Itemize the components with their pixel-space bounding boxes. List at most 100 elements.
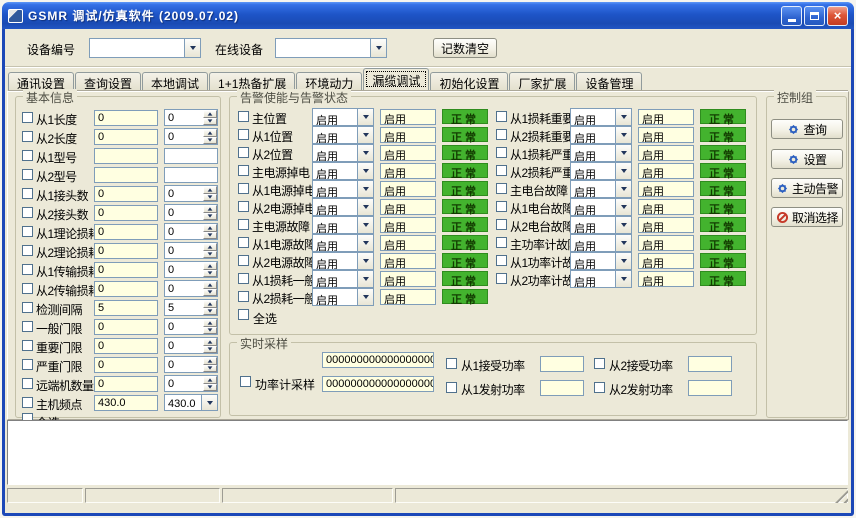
value-field-2[interactable] [164, 167, 218, 183]
spinner-field[interactable]: 0 [164, 356, 218, 373]
spinner-field[interactable]: 0 [164, 185, 218, 202]
alarm-checkbox[interactable] [496, 201, 507, 212]
alarm-enable-combobox[interactable]: 启用 [570, 252, 632, 270]
value-field[interactable]: 0 [94, 186, 158, 202]
alarm-checkbox[interactable] [496, 273, 507, 284]
alarm-checkbox[interactable] [238, 219, 249, 230]
spin-down-button[interactable] [203, 327, 217, 335]
alarm-enable-combobox[interactable]: 启用 [570, 198, 632, 216]
alarm-enable-combobox[interactable]: 启用 [570, 108, 632, 126]
spinner-field[interactable]: 0 [164, 109, 218, 126]
alarm-enable-field[interactable]: 启用 [380, 235, 436, 251]
dropdown-arrow-icon[interactable] [615, 163, 631, 179]
spin-up-button[interactable] [203, 186, 217, 194]
sampling-checkbox[interactable] [446, 382, 457, 393]
log-area[interactable] [7, 420, 848, 485]
alarm-checkbox[interactable] [496, 219, 507, 230]
alarm-enable-field[interactable]: 启用 [638, 109, 694, 125]
spin-down-button[interactable] [203, 118, 217, 126]
alarm-checkbox[interactable] [496, 255, 507, 266]
value-field[interactable]: 5 [94, 300, 158, 316]
row-checkbox[interactable] [22, 283, 33, 294]
alarm-checkbox[interactable] [238, 147, 249, 158]
minimize-button[interactable] [781, 6, 802, 26]
value-field[interactable]: 0 [94, 129, 158, 145]
alarm-enable-combobox[interactable]: 启用 [570, 144, 632, 162]
alarm-enable-field[interactable]: 启用 [638, 235, 694, 251]
spinner-field[interactable]: 0 [164, 375, 218, 392]
spin-down-button[interactable] [203, 137, 217, 145]
sampling-field[interactable] [688, 356, 732, 372]
spinner-field[interactable]: 0 [164, 261, 218, 278]
power-meter-checkbox[interactable] [240, 376, 251, 387]
alarm-enable-combobox[interactable]: 启用 [570, 162, 632, 180]
spinner-field[interactable]: 0 [164, 223, 218, 240]
dropdown-arrow-icon[interactable] [370, 39, 386, 57]
spin-down-button[interactable] [203, 232, 217, 240]
dropdown-arrow-icon[interactable] [357, 253, 373, 269]
row-checkbox[interactable] [22, 302, 33, 313]
alarm-enable-field[interactable]: 启用 [380, 181, 436, 197]
dropdown-arrow-icon[interactable] [615, 145, 631, 161]
spin-down-button[interactable] [203, 289, 217, 297]
row-checkbox[interactable] [22, 264, 33, 275]
spin-down-button[interactable] [203, 270, 217, 278]
value-field[interactable]: 0 [94, 110, 158, 126]
alarm-checkbox[interactable] [238, 183, 249, 194]
spin-up-button[interactable] [203, 110, 217, 118]
alarm-enable-field[interactable]: 启用 [380, 289, 436, 305]
alarm-checkbox[interactable] [238, 291, 249, 302]
dropdown-arrow-icon[interactable] [201, 395, 217, 410]
value-field[interactable]: 0 [94, 376, 158, 392]
alarm-enable-combobox[interactable]: 启用 [312, 198, 374, 216]
value-field[interactable] [94, 148, 158, 164]
dropdown-arrow-icon[interactable] [357, 163, 373, 179]
dropdown-arrow-icon[interactable] [357, 217, 373, 233]
device-no-combobox[interactable] [89, 38, 201, 58]
dropdown-arrow-icon[interactable] [615, 271, 631, 287]
dropdown-arrow-icon[interactable] [615, 127, 631, 143]
alarm-enable-combobox[interactable]: 启用 [312, 288, 374, 306]
control-button-查询[interactable]: 查询 [771, 119, 843, 139]
sampling-field[interactable] [688, 380, 732, 396]
alarm-enable-field[interactable]: 启用 [638, 271, 694, 287]
spinner-field[interactable]: 0 [164, 204, 218, 221]
dropdown-arrow-icon[interactable] [357, 109, 373, 125]
value-field[interactable]: 0 [94, 357, 158, 373]
dropdown-arrow-icon[interactable] [357, 289, 373, 305]
alarm-checkbox[interactable] [496, 183, 507, 194]
spinner-field[interactable]: 5 [164, 299, 218, 316]
spinner-field[interactable]: 0 [164, 280, 218, 297]
tab-初始化设置[interactable]: 初始化设置 [430, 72, 508, 90]
alarm-checkbox[interactable] [496, 237, 507, 248]
dropdown-arrow-icon[interactable] [357, 181, 373, 197]
alarm-enable-combobox[interactable]: 启用 [312, 216, 374, 234]
spin-down-button[interactable] [203, 365, 217, 373]
value-field[interactable]: 0 [94, 224, 158, 240]
row-checkbox[interactable] [22, 207, 33, 218]
value-field[interactable]: 0 [94, 338, 158, 354]
dropdown-arrow-icon[interactable] [615, 217, 631, 233]
spin-down-button[interactable] [203, 384, 217, 392]
alarm-enable-field[interactable]: 启用 [380, 145, 436, 161]
dropdown-arrow-icon[interactable] [615, 235, 631, 251]
alarm-enable-field[interactable]: 启用 [638, 127, 694, 143]
alarm-enable-field[interactable]: 启用 [380, 199, 436, 215]
spinner-field[interactable]: 0 [164, 337, 218, 354]
alarm-enable-combobox[interactable]: 启用 [570, 270, 632, 288]
alarm-enable-field[interactable]: 启用 [380, 127, 436, 143]
spin-up-button[interactable] [203, 243, 217, 251]
control-button-取消选择[interactable]: 取消选择 [771, 207, 843, 227]
row-checkbox[interactable] [22, 150, 33, 161]
counter-field-2[interactable]: 00000000000000000000 [322, 376, 434, 392]
dropdown-arrow-icon[interactable] [357, 127, 373, 143]
row-checkbox[interactable] [22, 112, 33, 123]
tab-厂家扩展[interactable]: 厂家扩展 [509, 72, 575, 90]
alarm-checkbox[interactable] [238, 129, 249, 140]
alarm-enable-field[interactable]: 启用 [638, 253, 694, 269]
value-field[interactable]: 0 [94, 262, 158, 278]
dropdown-arrow-icon[interactable] [357, 271, 373, 287]
dropdown-arrow-icon[interactable] [615, 253, 631, 269]
sampling-field[interactable] [540, 380, 584, 396]
tab-通讯设置[interactable]: 通讯设置 [8, 72, 74, 90]
